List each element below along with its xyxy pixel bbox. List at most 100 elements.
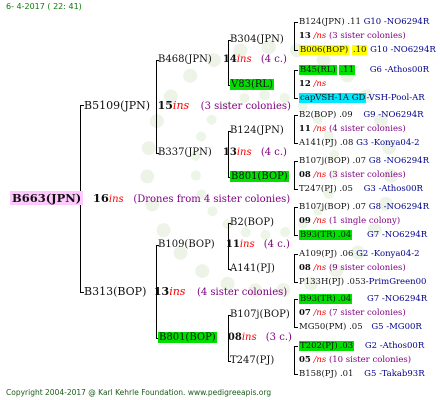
gen2-node[interactable]: B468(JPN) 14ins (4 c.) bbox=[158, 55, 287, 65]
gen4-extra: .09 bbox=[339, 110, 353, 120]
gen4-name: B124(JPN) bbox=[299, 17, 345, 27]
gen4-row[interactable]: T247(PJ) .05 G3 -Athos00R bbox=[299, 185, 423, 194]
gen4-ins: /ns bbox=[313, 79, 327, 89]
gen3-name: B801(BOP) bbox=[230, 171, 289, 182]
pedigree-page: { "date": "6- 4-2017 ( 22: 41)", "footer… bbox=[0, 0, 440, 400]
gen4-row[interactable]: B158(PJ) .01 G5 -Takab93R bbox=[299, 370, 425, 379]
gen3-name: B124(JPN) bbox=[230, 125, 284, 136]
gen4-row[interactable]: B93(TR) .04 G7 -NO6294R bbox=[299, 230, 427, 240]
connector bbox=[294, 70, 295, 98]
gen4-row[interactable]: B2(BOP) .09 G9 -NO6294R bbox=[299, 111, 424, 120]
gen4-row[interactable]: P133H(PJ) .053-PrimGreen00 bbox=[299, 278, 426, 287]
root-node[interactable]: B663(JPN) 16ins (Drones from 4 sister co… bbox=[10, 191, 291, 205]
gen4-ins: /ns bbox=[313, 263, 327, 273]
gen4-name: T202(PJ) bbox=[299, 341, 339, 351]
gen3-node[interactable]: B107j(BOP) bbox=[230, 310, 290, 320]
gen4-extra: .06 bbox=[339, 249, 354, 259]
gen2-ins: ins bbox=[239, 239, 255, 250]
gen4-row[interactable]: MG50(PM) .05 G5 -MG00R bbox=[299, 323, 422, 332]
gen4-row[interactable]: B006(BOP) .10 G10 -NO6294R bbox=[299, 45, 436, 55]
gen3-node[interactable]: B2(BOP) bbox=[230, 218, 274, 228]
gen4-name: MG50(PM) bbox=[299, 322, 347, 332]
gen4-extra: .03 bbox=[338, 341, 355, 351]
gen3-node[interactable]: V83(RL) bbox=[230, 79, 274, 90]
gen4-num: 08 bbox=[299, 170, 311, 180]
gen4-row[interactable]: A109(PJ) .06 G2 -Konya04-2 bbox=[299, 250, 420, 259]
root-ins: ins bbox=[108, 194, 124, 205]
connector bbox=[294, 207, 295, 235]
gen4-sister-row: 13 /ns (3 sister colonies) bbox=[299, 32, 406, 41]
gen2-node[interactable]: B337(JPN) 13ins (4 c.) bbox=[158, 148, 287, 158]
connector bbox=[294, 299, 295, 327]
gen1-bottom-ins: ins bbox=[169, 285, 186, 298]
gen3-name: A141(PJ) bbox=[230, 263, 275, 274]
connector bbox=[294, 374, 298, 375]
connector bbox=[294, 299, 298, 300]
gen3-node[interactable]: T247(PJ) bbox=[230, 356, 274, 366]
gen4-sister-row: 05 /ns (10 sister colonies) bbox=[299, 356, 411, 365]
gen4-ins: /ns bbox=[313, 216, 327, 226]
gen4-extra: .01 bbox=[339, 369, 354, 379]
gen4-info: G5 -MG00R bbox=[371, 322, 422, 332]
gen3-name: B107j(BOP) bbox=[230, 309, 290, 320]
gen4-row[interactable]: B107j(BOP) .07 G8 -NO6294R bbox=[299, 157, 429, 166]
connector bbox=[294, 235, 298, 236]
gen3-node[interactable]: B124(JPN) bbox=[230, 126, 284, 136]
gen4-info: G3 -Athos00R bbox=[363, 184, 423, 194]
gen4-row[interactable]: T202(PJ) .03 G2 -Athos00R bbox=[299, 341, 424, 351]
gen4-num: 11 bbox=[299, 124, 311, 134]
connector bbox=[294, 327, 298, 328]
gen4-extra: .11 bbox=[347, 17, 361, 27]
gen4-ins: /ns bbox=[313, 124, 327, 134]
root-note: (Drones from 4 sister colonies) bbox=[133, 194, 291, 205]
gen4-info: G3 -Konya04-2 bbox=[356, 138, 420, 148]
gen4-row[interactable]: B93(TR) .04 G7 -NO6294R bbox=[299, 294, 427, 304]
gen3-name: T247(PJ) bbox=[230, 355, 275, 366]
copyright-footer: Copyright 2004-2017 @ Karl Kehrle Founda… bbox=[6, 388, 272, 397]
root-num: 16 bbox=[92, 191, 109, 205]
gen1-bottom-note: (4 sister colonies) bbox=[196, 287, 288, 298]
gen4-row[interactable]: B124(JPN) .11 G10 -NO6294R bbox=[299, 18, 429, 27]
gen1-bottom-node[interactable]: B313(BOP) 13ins (4 sister colonies) bbox=[84, 286, 287, 298]
gen4-extra: .05 bbox=[339, 184, 353, 194]
gen4-extra: .07 bbox=[352, 202, 367, 212]
gen4-info: G2 -Konya04-2 bbox=[356, 249, 420, 259]
gen4-name: B2(BOP) bbox=[299, 110, 337, 120]
gen4-row[interactable]: B107j(BOP) .07 G8 -NO6294R bbox=[299, 203, 429, 212]
gen1-top-node[interactable]: B5109(JPN) 15ins (3 sister colonies) bbox=[84, 100, 291, 112]
gen4-note: (3 sister colonies) bbox=[328, 170, 406, 180]
gen4-name: B93(TR) bbox=[299, 230, 337, 240]
gen4-note: (3 sister colonies) bbox=[328, 31, 406, 41]
gen2-note: (4 c.) bbox=[263, 239, 290, 250]
gen3-node[interactable]: B801(BOP) bbox=[230, 171, 289, 182]
gen4-num: 08 bbox=[299, 263, 311, 273]
gen4-row[interactable]: capVSH-1A GD-VSH-Pool-AR bbox=[299, 93, 425, 103]
gen4-row[interactable]: B45(RL) .11 G6 -Athos00R bbox=[299, 65, 429, 75]
gen4-extra: .10 bbox=[351, 45, 368, 55]
gen4-note: (4 sister colonies) bbox=[328, 124, 406, 134]
gen3-node[interactable]: A141(PJ) bbox=[230, 264, 275, 274]
gen2-name: B801(BOP) bbox=[158, 332, 217, 343]
gen2-name: B109(BOP) bbox=[158, 239, 215, 250]
gen2-node[interactable]: B109(BOP) 11ins (4 c.) bbox=[158, 240, 290, 250]
gen4-row[interactable]: A141(PJ) .08 G3 -Konya04-2 bbox=[299, 139, 420, 148]
connector bbox=[294, 50, 298, 51]
gen4-ins: /ns bbox=[313, 170, 327, 180]
gen1-top-num: 15 bbox=[157, 99, 173, 112]
connector bbox=[294, 70, 298, 71]
gen4-extra: .04 bbox=[336, 230, 353, 240]
gen4-info: G8 -NO6294R bbox=[368, 156, 429, 166]
gen4-info: G9 -NO6294R bbox=[363, 110, 424, 120]
connector bbox=[294, 254, 295, 282]
gen2-num: 08 bbox=[227, 332, 242, 343]
gen4-sister-row: 09 /ns (1 single colony) bbox=[299, 217, 400, 226]
root-name: B663(JPN) bbox=[10, 191, 84, 205]
gen2-name: B468(JPN) bbox=[158, 54, 212, 65]
gen4-info: G5 -Takab93R bbox=[364, 369, 425, 379]
gen2-num: 11 bbox=[225, 239, 240, 250]
gen3-node[interactable]: B304(JPN) bbox=[230, 35, 284, 45]
gen4-name: A109(PJ) bbox=[299, 249, 338, 259]
gen2-node[interactable]: B801(BOP) 08ins (3 c.) bbox=[158, 332, 292, 343]
gen1-top-ins: ins bbox=[172, 99, 190, 112]
gen2-note: (3 c.) bbox=[265, 332, 292, 343]
